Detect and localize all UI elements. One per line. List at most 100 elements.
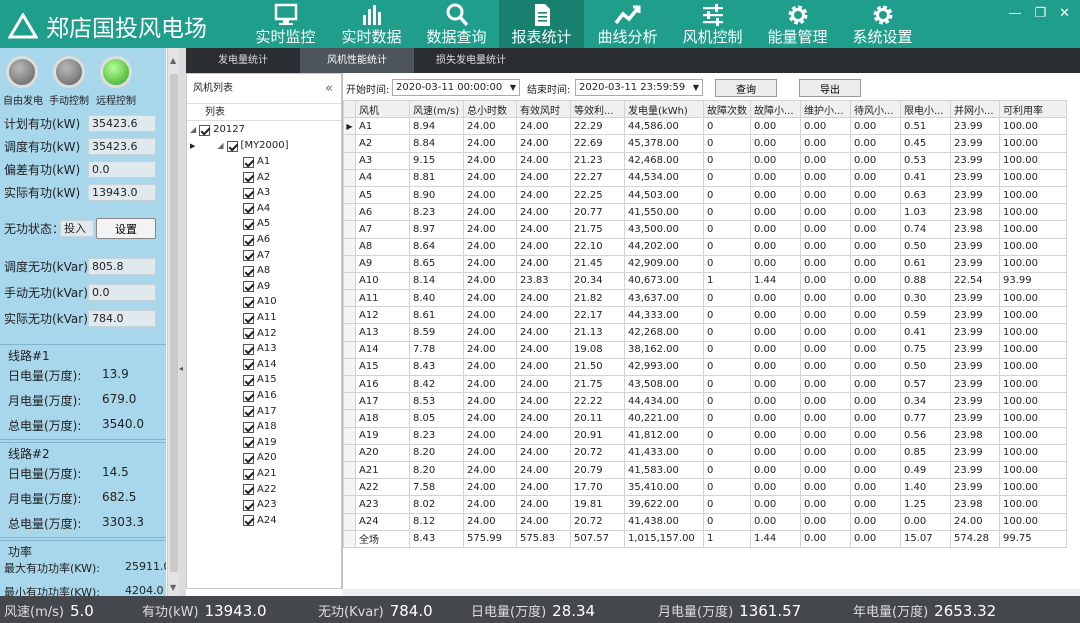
- tree-item-turbine[interactable]: A24: [243, 513, 277, 529]
- tree-item-turbine[interactable]: A3: [243, 185, 270, 201]
- row-selector[interactable]: [343, 168, 356, 187]
- row-selector[interactable]: [343, 185, 356, 205]
- tree-item-turbine[interactable]: A16: [243, 388, 277, 404]
- checkbox-icon[interactable]: [243, 265, 254, 277]
- row-selector[interactable]: [343, 478, 356, 497]
- deviation-active-field[interactable]: 0.0: [88, 161, 156, 178]
- row-selector[interactable]: [343, 151, 356, 170]
- checkbox-icon[interactable]: [243, 406, 254, 418]
- row-selector[interactable]: [343, 392, 356, 411]
- manual-reactive-field[interactable]: 0.0: [88, 284, 156, 301]
- row-selector[interactable]: [343, 357, 356, 377]
- row-selector[interactable]: [343, 237, 356, 256]
- table-row[interactable]: A5 8.90 24.00 24.00 22.25 44,503.00 0 0.00 0.00 0…: [343, 185, 1067, 205]
- expand-icon[interactable]: ◢: [190, 122, 196, 138]
- row-selector[interactable]: [343, 460, 356, 480]
- checkbox-icon[interactable]: [243, 484, 254, 496]
- row-selector[interactable]: [343, 323, 356, 342]
- checkbox-icon[interactable]: [243, 515, 254, 527]
- table-row[interactable]: A24 8.12 24.00 24.00 20.72 41,438.00 0 0.00 0.00…: [343, 512, 1067, 531]
- table-row[interactable]: 全场 8.43 575.99 575.83 507.57 1,015,157.00 1 1.4…: [343, 529, 1067, 548]
- set-button[interactable]: 设置: [96, 218, 156, 239]
- row-selector[interactable]: [343, 495, 356, 514]
- column-header[interactable]: 有效风时: [516, 99, 571, 119]
- nav-system-settings[interactable]: 系统设置: [840, 0, 925, 48]
- tree-item-turbine[interactable]: A22: [243, 482, 277, 498]
- scroll-down-icon[interactable]: ▼: [170, 583, 176, 592]
- table-row[interactable]: A17 8.53 24.00 24.00 22.22 44,434.00 0 0.00 0.00…: [343, 392, 1067, 411]
- checkbox-icon[interactable]: [243, 234, 254, 246]
- column-header[interactable]: 故障次数: [703, 99, 751, 119]
- table-row[interactable]: A8 8.64 24.00 24.00 22.10 44,202.00 0 0.00 0.00 0…: [343, 237, 1067, 256]
- tree-item-turbine[interactable]: A7: [243, 248, 270, 264]
- column-header[interactable]: 故障小...: [750, 99, 801, 119]
- row-selector[interactable]: [343, 271, 356, 291]
- dispatch-active-field[interactable]: 35423.6: [88, 138, 156, 155]
- actual-reactive-field[interactable]: 784.0: [88, 310, 156, 327]
- table-row[interactable]: A9 8.65 24.00 24.00 21.45 42,909.00 0 0.00 0.00 0…: [343, 254, 1067, 273]
- table-row[interactable]: A15 8.43 24.00 24.00 21.50 42,993.00 0 0.00 0.00…: [343, 357, 1067, 377]
- column-header[interactable]: 待风小...: [850, 99, 901, 119]
- remote-control-indicator[interactable]: [100, 56, 132, 88]
- table-row[interactable]: A19 8.23 24.00 24.00 20.91 41,812.00 0 0.00 0.00…: [343, 426, 1067, 445]
- tree-item-turbine[interactable]: A1: [243, 154, 270, 170]
- scroll-up-icon[interactable]: ▲: [170, 56, 176, 65]
- tree-item-turbine[interactable]: A17: [243, 404, 277, 420]
- export-button[interactable]: 导出: [799, 79, 861, 97]
- collapse-icon[interactable]: ◂: [179, 364, 183, 373]
- row-selector[interactable]: [343, 203, 356, 222]
- checkbox-icon[interactable]: [243, 156, 254, 168]
- horizontal-scrollbar[interactable]: [342, 589, 1080, 596]
- nav-report-statistics[interactable]: 报表统计: [499, 0, 584, 48]
- row-selector[interactable]: [343, 134, 356, 153]
- row-selector[interactable]: [343, 289, 356, 308]
- table-row[interactable]: A16 8.42 24.00 24.00 21.75 43,508.00 0 0.00 0.00…: [343, 374, 1067, 394]
- checkbox-icon[interactable]: [243, 390, 254, 402]
- table-row[interactable]: A11 8.40 24.00 24.00 21.82 43,637.00 0 0.00 0.00…: [343, 289, 1067, 308]
- column-header[interactable]: 等效利...: [570, 99, 625, 119]
- checkbox-icon[interactable]: [243, 468, 254, 480]
- tree-item-turbine[interactable]: A21: [243, 466, 277, 482]
- nav-energy-management[interactable]: 能量管理: [755, 0, 840, 48]
- tree-item-turbine[interactable]: A15: [243, 372, 277, 388]
- checkbox-icon[interactable]: [243, 250, 254, 262]
- table-row[interactable]: A2 8.84 24.00 24.00 22.69 45,378.00 0 0.00 0.00 0…: [343, 134, 1067, 153]
- table-row[interactable]: A10 8.14 24.00 23.83 20.34 40,673.00 1 1.44 0.00…: [343, 271, 1067, 291]
- row-selector[interactable]: [343, 409, 356, 428]
- nav-realtime-monitor[interactable]: 实时监控: [243, 0, 328, 48]
- row-selector[interactable]: [343, 340, 356, 359]
- checkbox-icon[interactable]: [243, 437, 254, 449]
- column-header[interactable]: 发电量(kWh): [624, 99, 704, 119]
- table-row[interactable]: A14 7.78 24.00 24.00 19.08 38,162.00 0 0.00 0.00…: [343, 340, 1067, 359]
- dropdown-arrow-icon[interactable]: ▼: [510, 80, 516, 95]
- tree-item-turbine[interactable]: A2: [243, 170, 270, 186]
- column-header[interactable]: 维护小...: [800, 99, 851, 119]
- tree-root[interactable]: ◢ 20127: [190, 122, 245, 138]
- checkbox-icon[interactable]: [243, 359, 254, 371]
- scroll-thumb[interactable]: [170, 74, 178, 572]
- table-row[interactable]: A3 9.15 24.00 24.00 21.23 42,468.00 0 0.00 0.00 0…: [343, 151, 1067, 170]
- free-generation-indicator[interactable]: [6, 56, 38, 88]
- tab-loss-generation[interactable]: 损失发电量统计: [414, 48, 528, 73]
- left-panel-scrollbar[interactable]: ▲ ▼: [167, 48, 179, 596]
- row-selector[interactable]: ▶: [343, 117, 356, 136]
- end-time-picker[interactable]: 2020-03-11 23:59:59 ▼: [575, 79, 703, 96]
- tree-item-turbine[interactable]: A6: [243, 232, 270, 248]
- row-selector[interactable]: [343, 254, 356, 273]
- tab-turbine-performance[interactable]: 风机性能统计: [300, 48, 414, 73]
- start-time-picker[interactable]: 2020-03-11 00:00:00 ▼: [392, 79, 520, 96]
- dispatch-reactive-field[interactable]: 805.8: [88, 258, 156, 275]
- table-row[interactable]: ▶ A1 8.94 24.00 24.00 22.29 44,586.00 0 0.00 0.00…: [343, 117, 1067, 136]
- row-selector[interactable]: [343, 443, 356, 462]
- checkbox-icon[interactable]: [243, 312, 254, 324]
- tree-item-turbine[interactable]: A12: [243, 326, 277, 342]
- nav-data-query[interactable]: 数据查询: [414, 0, 499, 48]
- checkbox-icon[interactable]: [243, 203, 254, 215]
- table-row[interactable]: A20 8.20 24.00 24.00 20.72 41,433.00 0 0.00 0.00…: [343, 443, 1067, 462]
- checkbox-icon[interactable]: [243, 343, 254, 355]
- table-row[interactable]: A7 8.97 24.00 24.00 21.75 43,500.00 0 0.00 0.00 0…: [343, 220, 1067, 239]
- row-selector[interactable]: [343, 374, 356, 394]
- table-row[interactable]: A13 8.59 24.00 24.00 21.13 42,268.00 0 0.00 0.00…: [343, 323, 1067, 342]
- checkbox-icon[interactable]: [243, 296, 254, 308]
- column-header[interactable]: 总小时数: [463, 99, 517, 119]
